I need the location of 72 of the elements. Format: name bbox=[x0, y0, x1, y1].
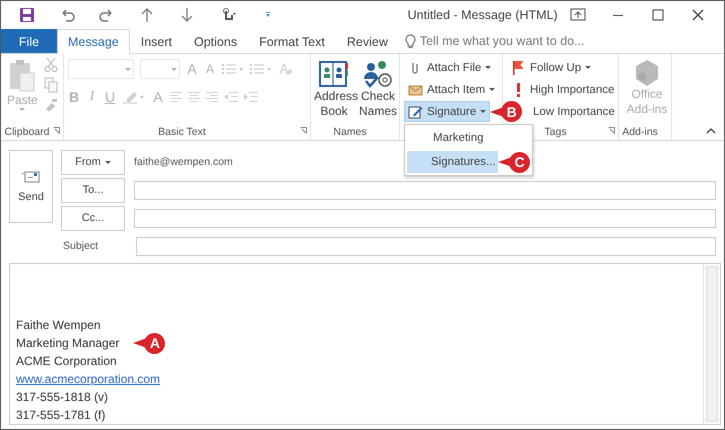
scissors-icon[interactable] bbox=[44, 57, 58, 74]
clear-format-icon[interactable] bbox=[278, 62, 292, 76]
menu-item[interactable]: Marketing bbox=[407, 127, 498, 150]
group-label: Clipboard bbox=[4, 126, 50, 138]
cc-button[interactable]: Cc... bbox=[61, 206, 125, 231]
signature-icon bbox=[408, 104, 423, 120]
group-label: Names bbox=[333, 126, 367, 138]
group-label: Tags bbox=[544, 126, 567, 138]
from-address: faithe@wempen.com bbox=[134, 156, 233, 168]
dialog-launcher-icon[interactable] bbox=[53, 127, 60, 134]
scrollbar[interactable] bbox=[703, 264, 720, 424]
dialog-launcher-icon[interactable] bbox=[608, 127, 615, 134]
ribbon-button[interactable]: Follow Up bbox=[507, 57, 619, 78]
highlighter-icon[interactable] bbox=[122, 90, 146, 104]
decrease-indent-icon[interactable] bbox=[224, 92, 238, 102]
people-check-icon bbox=[362, 59, 394, 90]
flag-icon bbox=[511, 60, 526, 76]
ribbon-display-icon[interactable] bbox=[570, 6, 586, 23]
group-label: Add-ins bbox=[622, 126, 658, 138]
ribbon-button[interactable]: Attach Item bbox=[404, 79, 500, 100]
ribbon-button[interactable]: Attach File bbox=[404, 57, 496, 78]
align-left-icon[interactable] bbox=[170, 92, 182, 102]
ribbon-button[interactable]: Low Importance bbox=[529, 101, 619, 122]
collapse-ribbon-icon[interactable] bbox=[706, 128, 716, 134]
ribbon-button[interactable]: High Importance bbox=[507, 79, 619, 100]
signature-line: Faithe Wempen bbox=[16, 317, 100, 334]
subject-field[interactable] bbox=[136, 236, 716, 256]
dialog-launcher-icon[interactable] bbox=[300, 127, 307, 134]
menu-item[interactable]: Signatures... bbox=[407, 151, 498, 174]
ribbon-tab[interactable]: Review bbox=[336, 28, 399, 54]
save-icon[interactable] bbox=[19, 6, 36, 23]
to-field[interactable] bbox=[134, 180, 716, 200]
down-arrow-icon[interactable] bbox=[179, 6, 196, 23]
signature-line: 317-555-1818 (v) bbox=[16, 389, 108, 406]
maximize-icon[interactable] bbox=[650, 6, 666, 23]
signature-line: Marketing Manager bbox=[16, 335, 120, 352]
message-body[interactable]: Faithe Wempen Marketing Manager A ACME Corporation www.acmecorporation.com 317-555-1818 (v) 317-555-1781 (f) bbox=[9, 263, 721, 425]
tell-me-field[interactable]: Tell me what you want to do... bbox=[420, 34, 585, 48]
ribbon-tab[interactable]: Options bbox=[183, 28, 248, 54]
signature-line: ACME Corporation bbox=[16, 353, 117, 370]
ribbon-tab[interactable]: Insert bbox=[130, 28, 183, 54]
close-icon[interactable] bbox=[690, 6, 706, 23]
window-title: Untitled - Message (HTML) bbox=[406, 8, 558, 22]
bullets-icon[interactable] bbox=[222, 63, 244, 76]
align-right-icon[interactable] bbox=[206, 92, 218, 102]
hexagon-icon bbox=[634, 59, 660, 88]
ribbon-tab[interactable]: Message bbox=[57, 28, 130, 54]
to-button[interactable]: To... bbox=[61, 178, 125, 203]
numbering-icon[interactable] bbox=[250, 63, 272, 76]
align-center-icon[interactable] bbox=[188, 92, 200, 102]
address-book-icon bbox=[318, 59, 350, 90]
clipboard-icon bbox=[8, 59, 36, 94]
names-button[interactable]: Check Names bbox=[356, 57, 400, 124]
ribbon-button[interactable]: Signature bbox=[404, 101, 490, 122]
lightbulb-icon bbox=[404, 34, 416, 49]
ribbon-tab[interactable]: File bbox=[1, 28, 57, 54]
increase-indent-icon[interactable] bbox=[244, 92, 258, 102]
envelope-icon bbox=[22, 170, 40, 183]
ribbon-tab[interactable]: Format Text bbox=[248, 28, 336, 54]
exclamation-icon bbox=[517, 82, 520, 97]
send-button[interactable]: Send bbox=[9, 150, 53, 224]
up-arrow-icon[interactable] bbox=[139, 6, 156, 23]
group-label: Basic Text bbox=[158, 126, 206, 138]
subject-label: Subject bbox=[62, 240, 100, 252]
copy-icon[interactable] bbox=[44, 77, 58, 94]
cc-field[interactable] bbox=[134, 208, 716, 228]
font-size-field[interactable] bbox=[140, 59, 180, 80]
names-button[interactable]: Address Book bbox=[312, 57, 356, 124]
signature-link[interactable]: www.acmecorporation.com bbox=[16, 370, 160, 388]
from-button[interactable]: From bbox=[61, 150, 125, 175]
brush-icon[interactable] bbox=[44, 97, 58, 112]
signature-line: 317-555-1781 (f) bbox=[16, 407, 106, 424]
